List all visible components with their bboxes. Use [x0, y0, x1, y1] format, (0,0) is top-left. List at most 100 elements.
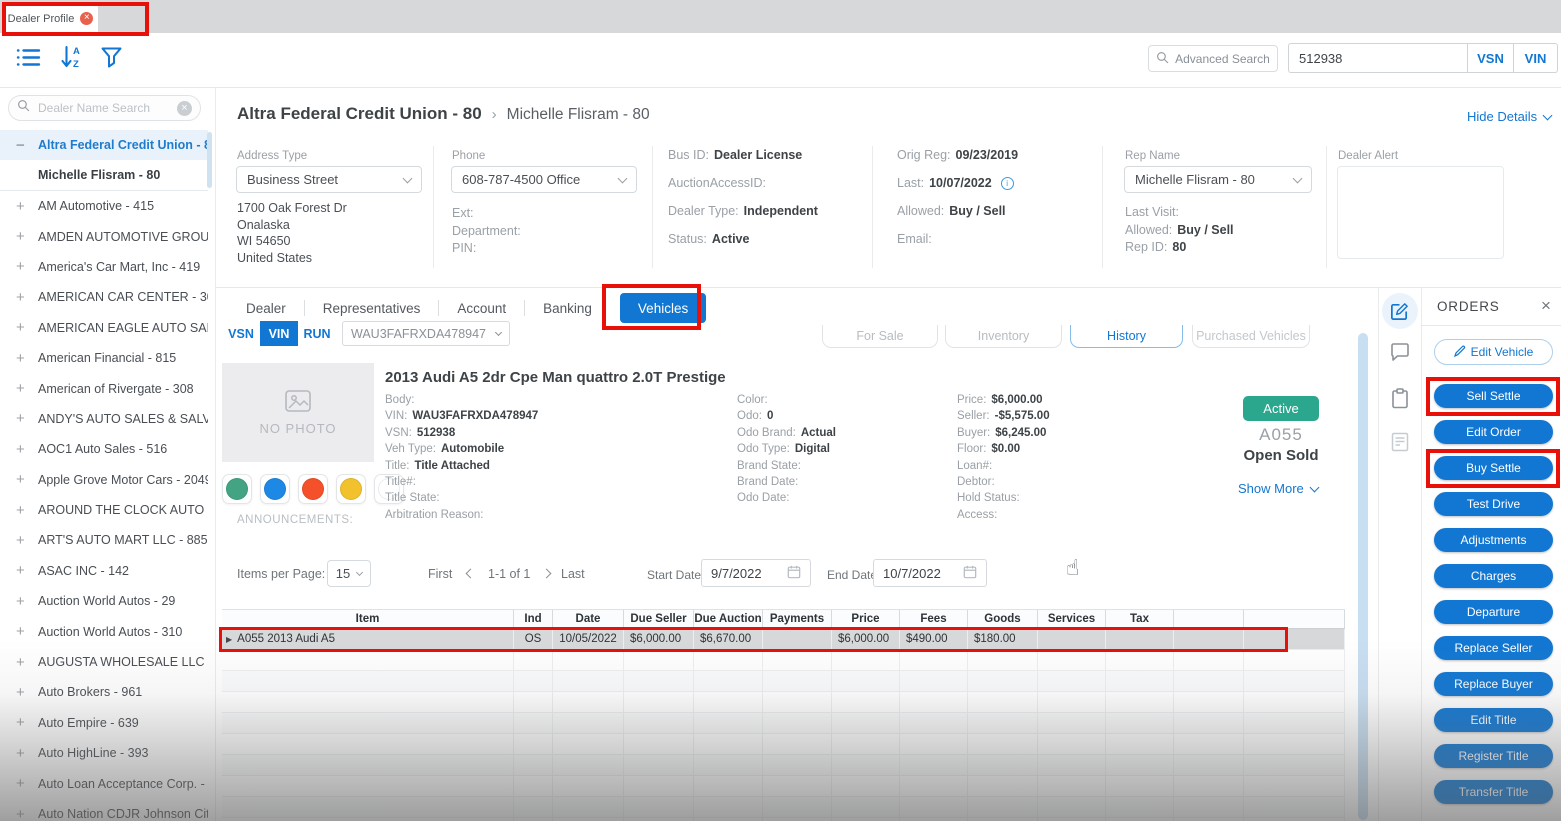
report-icon[interactable]: [1378, 432, 1421, 452]
sidebar-dealer-item[interactable]: + AMERICAN CAR CENTER - 307: [0, 282, 208, 312]
sidebar-scrollbar[interactable]: [207, 132, 212, 188]
order-action-button[interactable]: Charges: [1434, 564, 1553, 588]
segment-run[interactable]: RUN: [298, 321, 336, 346]
segment-vsn[interactable]: VSN: [222, 321, 260, 346]
filter-for-sale[interactable]: For Sale: [822, 325, 938, 348]
address-type-select[interactable]: Business Street: [236, 166, 422, 193]
pager-first[interactable]: First: [428, 567, 452, 581]
sidebar-item-active-dealer[interactable]: − Altra Federal Credit Union - 80: [0, 130, 208, 160]
tab-vehicles[interactable]: Vehicles: [620, 293, 706, 323]
expand-icon[interactable]: +: [16, 623, 32, 640]
filter-inventory[interactable]: Inventory: [945, 325, 1062, 348]
dealer-profile-tab[interactable]: Dealer Profile ×: [3, 4, 98, 33]
info-icon[interactable]: i: [1001, 177, 1014, 190]
list-view-icon[interactable]: [16, 47, 41, 73]
sidebar-dealer-item[interactable]: + ASAC INC - 142: [0, 556, 208, 586]
expand-row-icon[interactable]: ▶: [226, 635, 232, 644]
sidebar-dealer-item[interactable]: + American of Rivergate - 308: [0, 373, 208, 403]
hide-details-link[interactable]: Hide Details: [1467, 109, 1551, 124]
rep-name-select[interactable]: Michelle Flisram - 80: [1124, 166, 1312, 193]
order-action-button[interactable]: Transfer Title: [1434, 780, 1553, 804]
light-yellow-button[interactable]: [336, 474, 366, 504]
order-action-button[interactable]: Edit Order: [1434, 420, 1553, 444]
calendar-icon[interactable]: [963, 565, 977, 582]
col-price[interactable]: Price: [832, 610, 900, 628]
expand-icon[interactable]: +: [16, 258, 32, 275]
order-action-button[interactable]: Replace Buyer: [1434, 672, 1553, 696]
order-action-button[interactable]: Departure: [1434, 600, 1553, 624]
breadcrumb-dealer[interactable]: Altra Federal Credit Union - 80: [237, 104, 482, 124]
tab-account[interactable]: Account: [439, 301, 524, 316]
col-item[interactable]: Item: [222, 610, 514, 628]
sidebar-dealer-item[interactable]: + Auto Nation CDJR Johnson City: [0, 799, 208, 821]
sidebar-dealer-item[interactable]: + Auto Empire - 639: [0, 708, 208, 738]
filter-icon[interactable]: [100, 46, 123, 74]
order-action-button[interactable]: Replace Seller: [1434, 636, 1553, 660]
sidebar-dealer-item[interactable]: + ANDY'S AUTO SALES & SALVA: [0, 404, 208, 434]
light-green-button[interactable]: [222, 474, 252, 504]
expand-icon[interactable]: +: [16, 441, 32, 458]
items-per-page-select[interactable]: 15: [327, 560, 371, 587]
phone-select[interactable]: 608-787-4500 Office: [451, 166, 637, 193]
clipboard-icon[interactable]: [1378, 388, 1421, 409]
edit-vehicle-button[interactable]: Edit Vehicle: [1434, 339, 1553, 365]
edit-notes-icon[interactable]: [1378, 293, 1421, 329]
main-scrollbar[interactable]: [1358, 333, 1368, 820]
close-icon[interactable]: ×: [1541, 296, 1551, 316]
pager-last[interactable]: Last: [561, 567, 585, 581]
expand-icon[interactable]: +: [16, 745, 32, 762]
calendar-icon[interactable]: [787, 565, 801, 582]
expand-icon[interactable]: +: [16, 502, 32, 519]
expand-icon[interactable]: +: [16, 654, 32, 671]
order-action-button[interactable]: Sell Settle: [1434, 384, 1553, 408]
close-tab-icon[interactable]: ×: [80, 12, 93, 25]
clear-search-icon[interactable]: ×: [177, 101, 192, 116]
tab-dealer[interactable]: Dealer: [228, 301, 304, 316]
expand-icon[interactable]: +: [16, 198, 32, 215]
vin-dropdown[interactable]: WAU3FAFRXDA478947: [342, 321, 510, 346]
sidebar-dealer-item[interactable]: + ART'S AUTO MART LLC - 885: [0, 525, 208, 555]
order-action-button[interactable]: Buy Settle: [1434, 456, 1553, 480]
expand-icon[interactable]: +: [16, 806, 32, 821]
sidebar-dealer-item[interactable]: + AMDEN AUTOMOTIVE GROUP: [0, 221, 208, 251]
sort-az-icon[interactable]: A Z: [60, 44, 84, 75]
col-goods[interactable]: Goods: [968, 610, 1038, 628]
light-blue-button[interactable]: [260, 474, 290, 504]
show-more-link[interactable]: Show More: [1238, 481, 1318, 496]
global-search-input[interactable]: [1288, 43, 1467, 73]
expand-icon[interactable]: +: [16, 350, 32, 367]
expand-icon[interactable]: +: [16, 775, 32, 792]
sidebar-dealer-item[interactable]: + Auction World Autos - 310: [0, 616, 208, 646]
sidebar-dealer-item[interactable]: + AUGUSTA WHOLESALE LLC -: [0, 647, 208, 677]
sidebar-dealer-item[interactable]: + AM Automotive - 415: [0, 191, 208, 221]
col-ind[interactable]: Ind: [514, 610, 553, 628]
col-payments[interactable]: Payments: [763, 610, 832, 628]
order-action-button[interactable]: Edit Title: [1434, 708, 1553, 732]
filter-purchased[interactable]: Purchased Vehicles: [1192, 325, 1310, 348]
end-date-input[interactable]: 10/7/2022: [873, 559, 987, 587]
sidebar-dealer-item[interactable]: + Auto HighLine - 393: [0, 738, 208, 768]
expand-icon[interactable]: +: [16, 684, 32, 701]
dealer-alert-box[interactable]: [1337, 166, 1504, 259]
col-fees[interactable]: Fees: [900, 610, 968, 628]
expand-icon[interactable]: +: [16, 593, 32, 610]
sidebar-dealer-item[interactable]: + Auto Brokers - 961: [0, 677, 208, 707]
sidebar-dealer-item[interactable]: + Auction World Autos - 29: [0, 586, 208, 616]
expand-icon[interactable]: +: [16, 228, 32, 245]
tab-banking[interactable]: Banking: [525, 301, 610, 316]
filter-history[interactable]: History: [1070, 325, 1183, 348]
sidebar-dealer-item[interactable]: + AROUND THE CLOCK AUTO L: [0, 495, 208, 525]
order-action-button[interactable]: Test Drive: [1434, 492, 1553, 516]
sidebar-dealer-item[interactable]: + AMERICAN EAGLE AUTO SALES: [0, 313, 208, 343]
segment-vin[interactable]: VIN: [260, 321, 298, 346]
collapse-icon[interactable]: −: [16, 137, 32, 154]
expand-icon[interactable]: +: [16, 714, 32, 731]
dealer-search-input[interactable]: [36, 100, 171, 116]
tab-representatives[interactable]: Representatives: [305, 301, 439, 316]
expand-icon[interactable]: +: [16, 410, 32, 427]
col-tax[interactable]: Tax: [1106, 610, 1174, 628]
sidebar-item-rep[interactable]: Michelle Flisram - 80: [0, 160, 208, 191]
col-services[interactable]: Services: [1038, 610, 1106, 628]
breadcrumb-rep[interactable]: Michelle Flisram - 80: [507, 106, 650, 124]
col-date[interactable]: Date: [553, 610, 624, 628]
